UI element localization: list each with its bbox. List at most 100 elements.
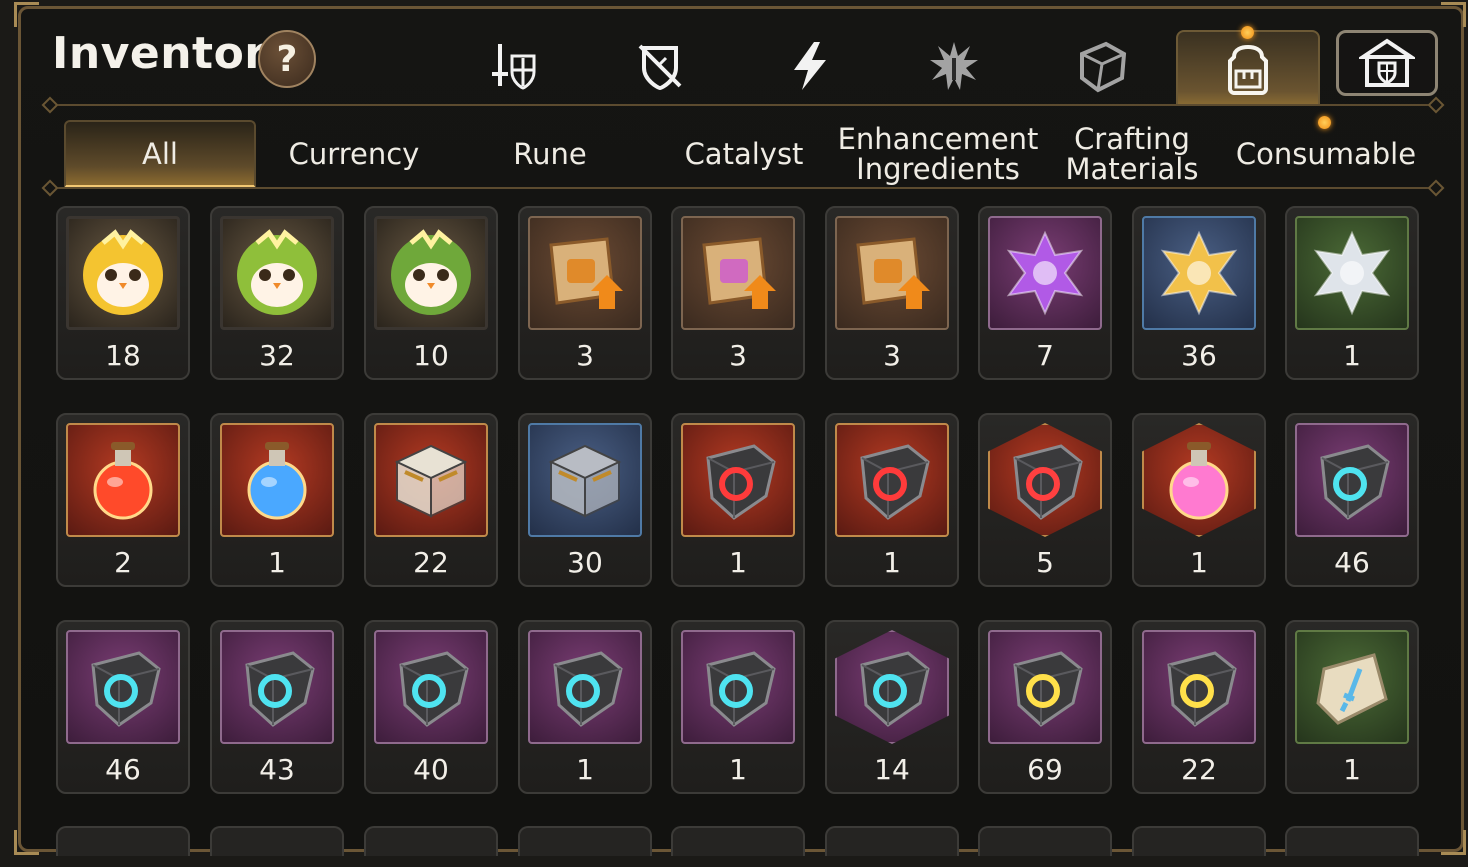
item-slot[interactable]: 14 — [825, 620, 959, 794]
category-tab-enhancement[interactable]: Enhancement Ingredients — [838, 120, 1039, 188]
red-ring-stone-icon — [706, 444, 776, 520]
item-icon-frame — [835, 216, 949, 330]
backpack-icon — [1228, 44, 1268, 95]
item-slot[interactable]: 3 — [518, 206, 652, 380]
tab-skills[interactable] — [744, 30, 876, 102]
item-icon-frame — [835, 423, 949, 537]
tab-inventory[interactable] — [1176, 30, 1320, 106]
category-tab-label: Consumable — [1235, 137, 1417, 171]
item-slot[interactable]: 22 — [1132, 620, 1266, 794]
item-slot[interactable]: 1 — [671, 620, 805, 794]
category-tab-catalyst[interactable]: Catalyst — [648, 120, 840, 188]
category-tab-currency[interactable]: Currency — [258, 120, 450, 188]
help-button[interactable]: ? — [258, 30, 316, 88]
item-count: 1 — [1343, 339, 1361, 372]
item-slot-partial[interactable] — [56, 826, 190, 856]
item-icon-frame — [528, 630, 642, 744]
tab-effects[interactable] — [888, 30, 1020, 102]
item-slot[interactable]: 2 — [56, 413, 190, 587]
item-count: 30 — [567, 546, 603, 579]
item-count: 43 — [259, 753, 295, 786]
item-slot-partial[interactable] — [978, 826, 1112, 856]
category-tab-label: Rune — [513, 137, 587, 171]
item-slot[interactable]: 1 — [518, 620, 652, 794]
hammer-stone-icon — [1013, 651, 1083, 727]
tab-materials[interactable] — [1036, 30, 1168, 102]
gold-chest-icon — [394, 444, 468, 518]
item-count: 36 — [1181, 339, 1217, 372]
silver-chest-icon — [548, 444, 622, 518]
item-slot[interactable]: 43 — [210, 620, 344, 794]
item-slot[interactable]: 36 — [1132, 206, 1266, 380]
item-icon-frame — [1142, 630, 1256, 744]
item-slot[interactable]: 1 — [1132, 413, 1266, 587]
item-count: 18 — [105, 339, 141, 372]
category-tab-consumable[interactable]: Consumable — [1230, 120, 1422, 188]
item-slot[interactable]: 3 — [825, 206, 959, 380]
item-count: 1 — [1343, 753, 1361, 786]
weapon-stone-icon — [1320, 444, 1390, 520]
item-icon-frame — [66, 423, 180, 537]
item-count: 3 — [883, 339, 901, 372]
item-icon-frame — [835, 630, 949, 744]
item-slot[interactable]: 32 — [210, 206, 344, 380]
item-slot[interactable]: 46 — [56, 620, 190, 794]
item-slot[interactable]: 5 — [978, 413, 1112, 587]
item-count: 10 — [413, 339, 449, 372]
tab-unequipped[interactable] — [594, 30, 726, 102]
red-potion-icon — [93, 442, 153, 520]
notification-dot — [1318, 116, 1331, 129]
item-slot[interactable]: 18 — [56, 206, 190, 380]
item-slot[interactable]: 1 — [671, 413, 805, 587]
divider — [48, 104, 1440, 106]
item-slot[interactable]: 1 — [210, 413, 344, 587]
item-slot[interactable]: 1 — [825, 413, 959, 587]
item-slot[interactable]: 3 — [671, 206, 805, 380]
shield-off-icon — [638, 44, 682, 91]
item-slot[interactable]: 10 — [364, 206, 498, 380]
leaf-chick-token-icon — [391, 229, 471, 315]
item-slot-partial[interactable] — [825, 826, 959, 856]
item-count: 32 — [259, 339, 295, 372]
item-count: 14 — [874, 753, 910, 786]
item-count: 1 — [576, 753, 594, 786]
item-slot-partial[interactable] — [1132, 826, 1266, 856]
necklace-stone-icon — [706, 651, 776, 727]
item-count: 69 — [1027, 753, 1063, 786]
category-tab-rune[interactable]: Rune — [454, 120, 646, 188]
item-slot[interactable]: 1 — [1285, 206, 1419, 380]
item-slot[interactable]: 22 — [364, 413, 498, 587]
item-slot-partial[interactable] — [1285, 826, 1419, 856]
item-slot[interactable]: 46 — [1285, 413, 1419, 587]
item-slot-partial[interactable] — [364, 826, 498, 856]
item-slot[interactable]: 7 — [978, 206, 1112, 380]
red-necklace-stone-icon — [860, 444, 930, 520]
golden-chick-token-icon — [83, 229, 163, 315]
item-slot[interactable]: 40 — [364, 620, 498, 794]
divider — [48, 187, 1440, 189]
item-count: 40 — [413, 753, 449, 786]
category-tab-crafting[interactable]: Crafting Materials — [1036, 120, 1228, 188]
item-slot-partial[interactable] — [518, 826, 652, 856]
item-count: 5 — [1036, 546, 1054, 579]
item-icon-frame — [374, 630, 488, 744]
item-count: 3 — [576, 339, 594, 372]
tab-guild[interactable] — [1336, 30, 1438, 96]
pink-potion-icon — [1169, 442, 1229, 520]
item-slot[interactable]: 30 — [518, 413, 652, 587]
item-slot-partial[interactable] — [671, 826, 805, 856]
green-chick-token-icon — [237, 229, 317, 315]
item-slot-partial[interactable] — [210, 826, 344, 856]
ring-stone-icon — [553, 651, 623, 727]
helmet-stone-icon — [91, 651, 161, 727]
category-tab-all[interactable]: All — [64, 120, 256, 188]
item-count: 1 — [883, 546, 901, 579]
item-icon-frame — [66, 216, 180, 330]
item-slot[interactable]: 1 — [1285, 620, 1419, 794]
item-slot[interactable]: 69 — [978, 620, 1112, 794]
tab-equipment[interactable] — [448, 30, 580, 102]
lightning-stone-icon — [1167, 651, 1237, 727]
item-icon-frame — [1295, 216, 1409, 330]
item-icon-frame — [681, 423, 795, 537]
item-icon-frame — [220, 216, 334, 330]
